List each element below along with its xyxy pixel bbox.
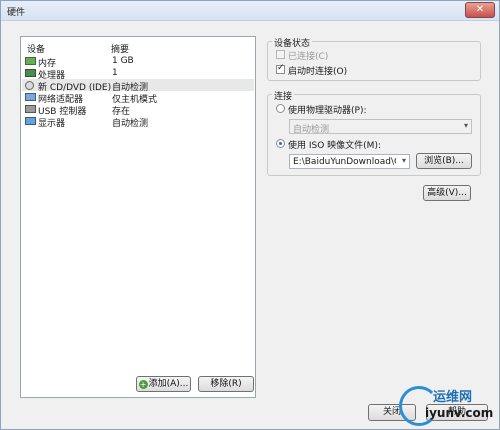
connected-checkbox[interactable] [276, 50, 285, 59]
add-device-button[interactable]: + 添加(A)... [136, 376, 191, 392]
iso-image-label: 使用 ISO 映像文件(M): [288, 141, 381, 151]
close-window-button[interactable]: ✕ [465, 2, 495, 18]
physical-drive-value: 自动检测 [293, 125, 330, 135]
column-header-summary: 摘要 [111, 45, 130, 55]
device-row-processor[interactable]: 处理器 1 [22, 67, 254, 81]
chevron-down-icon: ▾ [401, 156, 406, 165]
physical-drive-radio[interactable] [276, 104, 285, 113]
display-icon [25, 117, 36, 125]
memory-icon [25, 57, 36, 65]
device-summary: 1 [112, 68, 118, 78]
network-adapter-icon [25, 93, 36, 101]
device-status-group: 设备状态 已连接(C) ✓ 启动时连接(O) [267, 36, 481, 81]
close-icon: ✕ [475, 4, 485, 15]
watermark-line2: iyunv.com [425, 406, 494, 420]
watermark-logo: 运维网 iyunv.com [399, 384, 499, 428]
device-row-network-adapter[interactable]: 网络适配器 仅主机模式 [22, 91, 254, 105]
cd-drive-icon [25, 81, 34, 90]
browse-button[interactable]: 浏览(B)... [416, 153, 472, 169]
device-row-usb-controller[interactable]: USB 控制器 存在 [22, 103, 254, 117]
advanced-button[interactable]: 高级(V)... [423, 185, 471, 201]
device-summary: 自动检测 [112, 119, 149, 129]
connection-title: 连接 [272, 89, 295, 102]
iso-path-value: E:\BaiduYunDownload\Cent [293, 157, 396, 167]
physical-drive-label: 使用物理驱动器(P): [288, 106, 367, 116]
device-name: 显示器 [38, 119, 66, 129]
usb-icon [25, 105, 36, 113]
physical-drive-select[interactable]: 自动检测 ▾ [289, 119, 472, 135]
connection-group: 连接 使用物理驱动器(P): 自动检测 ▾ 使用 ISO 映像文件(M): E:… [267, 89, 481, 176]
advanced-label: 高级(V)... [427, 188, 467, 198]
device-summary: 1 GB [112, 56, 134, 66]
device-row-cd-dvd[interactable]: 新 CD/DVD (IDE) 自动检测 [22, 79, 254, 93]
title-bar: 硬件 ✕ [1, 1, 499, 21]
hardware-dialog: 硬件 ✕ 设备 摘要 内存 1 GB 处理器 1 新 CD/DVD (IDE) … [0, 0, 500, 430]
column-header-device: 设备 [27, 45, 46, 55]
device-list: 设备 摘要 内存 1 GB 处理器 1 新 CD/DVD (IDE) 自动检测 … [20, 36, 256, 398]
add-icon: + [138, 380, 148, 389]
device-row-display[interactable]: 显示器 自动检测 [22, 115, 254, 129]
checkmark-icon: ✓ [277, 63, 285, 73]
watermark-line1: 运维网 [433, 390, 473, 405]
iso-path-combo[interactable]: E:\BaiduYunDownload\Cent ▾ [289, 154, 410, 169]
connected-label: 已连接(C) [288, 52, 329, 62]
connect-at-power-on-checkbox[interactable]: ✓ [276, 63, 285, 74]
device-row-memory[interactable]: 内存 1 GB [22, 55, 254, 69]
browse-label: 浏览(B)... [424, 156, 464, 166]
radio-selected-dot [279, 142, 282, 145]
iso-image-radio[interactable] [276, 139, 285, 148]
device-status-title: 设备状态 [272, 36, 313, 49]
remove-device-label: 移除(R) [210, 379, 242, 389]
add-device-label: 添加(A)... [148, 379, 189, 389]
chevron-down-icon: ▾ [463, 121, 468, 130]
cpu-icon [25, 69, 36, 77]
window-title: 硬件 [7, 8, 26, 18]
remove-device-button[interactable]: 移除(R) [198, 376, 254, 392]
connect-at-power-on-label: 启动时连接(O) [288, 67, 348, 77]
